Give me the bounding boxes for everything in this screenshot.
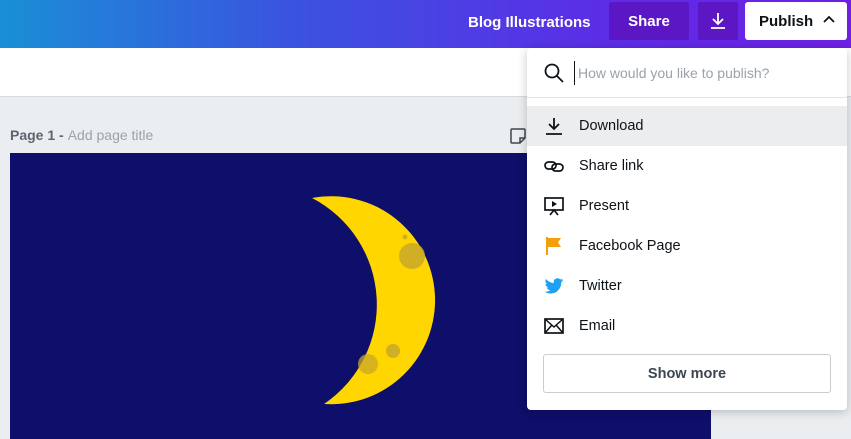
menu-item-label: Download bbox=[579, 118, 644, 134]
add-page-title[interactable]: Add page title bbox=[68, 127, 154, 143]
menu-item-label: Facebook Page bbox=[579, 238, 681, 254]
publish-button[interactable]: Publish bbox=[745, 2, 847, 40]
menu-item-label: Present bbox=[579, 198, 629, 214]
search-icon bbox=[544, 63, 564, 83]
show-more-button[interactable]: Show more bbox=[543, 354, 831, 393]
twitter-icon bbox=[543, 275, 565, 297]
menu-item-download[interactable]: Download bbox=[527, 106, 847, 146]
menu-item-label: Twitter bbox=[579, 278, 622, 294]
menu-item-share-link[interactable]: Share link bbox=[527, 146, 847, 186]
share-button[interactable]: Share bbox=[609, 2, 689, 40]
email-icon bbox=[543, 315, 565, 337]
menu-item-present[interactable]: Present bbox=[527, 186, 847, 226]
document-title[interactable]: Blog Illustrations bbox=[468, 14, 591, 31]
note-icon[interactable] bbox=[509, 127, 527, 145]
menu-item-label: Share link bbox=[579, 158, 644, 174]
publish-search-row bbox=[527, 48, 847, 98]
download-icon bbox=[543, 115, 565, 137]
chevron-up-icon bbox=[823, 15, 835, 23]
download-button[interactable] bbox=[698, 2, 738, 40]
present-icon bbox=[543, 195, 565, 217]
page-number-label: Page 1 - bbox=[10, 127, 64, 143]
menu-item-label: Email bbox=[579, 318, 616, 334]
download-icon bbox=[711, 13, 725, 29]
menu-item-facebook-page[interactable]: Facebook Page bbox=[527, 226, 847, 266]
facebook-flag-icon bbox=[543, 235, 565, 257]
menu-item-email[interactable]: Email bbox=[527, 306, 847, 346]
publish-dropdown: Download Share link Present Face bbox=[527, 48, 847, 410]
menu-item-twitter[interactable]: Twitter bbox=[527, 266, 847, 306]
top-bar: Blog Illustrations Share Publish bbox=[0, 0, 851, 48]
page-label: Page 1 - Add page title bbox=[10, 127, 153, 143]
publish-search-input[interactable] bbox=[574, 61, 834, 85]
publish-label: Publish bbox=[759, 12, 814, 30]
link-icon bbox=[543, 155, 565, 177]
